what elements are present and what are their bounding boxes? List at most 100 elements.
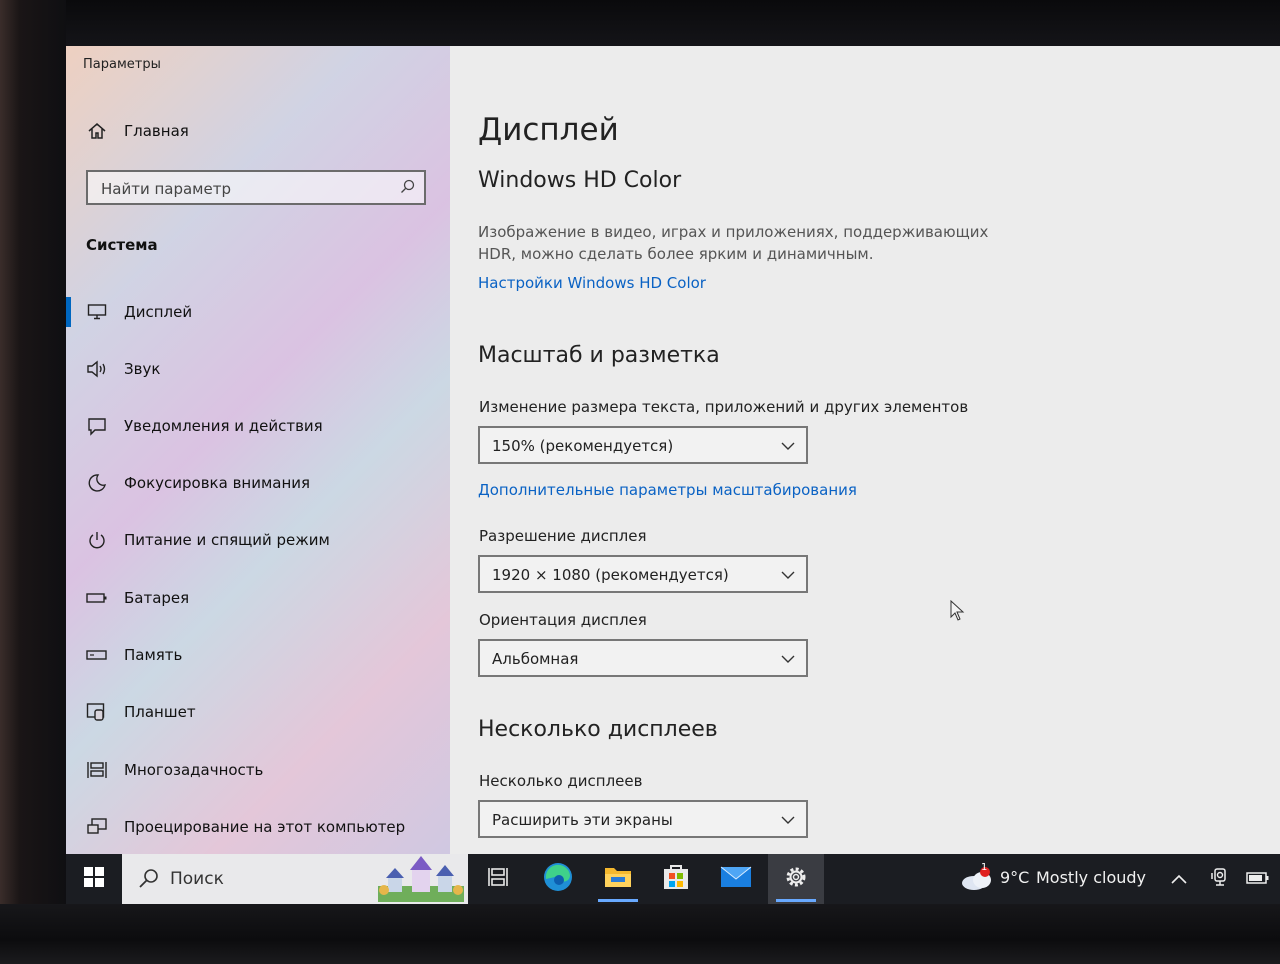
settings-app-button[interactable] [768,854,824,904]
edge-browser-button[interactable] [530,854,586,904]
hd-color-description-line1: Изображение в видео, играх и приложениях… [478,223,989,241]
sidebar-item-label: Звук [124,360,161,378]
power-icon [86,529,108,551]
screen: Параметры Главная Найти параметр Система… [66,46,1280,904]
search-icon [400,179,416,199]
section-heading: Система [86,236,158,254]
file-explorer-button[interactable] [590,854,646,904]
monitor-icon [86,301,108,323]
battery-icon [86,587,108,609]
sidebar-item-battery[interactable]: Батарея [86,587,189,609]
multi-display-dropdown[interactable]: Расширить эти экраны [478,800,808,838]
home-label: Главная [124,122,189,140]
sidebar-item-power[interactable]: Питание и спящий режим [86,529,330,551]
scale-dropdown[interactable]: 150% (рекомендуется) [478,426,808,464]
hd-color-description-line2: HDR, можно сделать более ярким и динамич… [478,245,874,263]
projecting-icon [86,816,108,838]
laptop-bezel-left [0,0,66,964]
scale-dropdown-value: 150% (рекомендуется) [492,437,674,455]
resolution-dropdown[interactable]: 1920 × 1080 (рекомендуется) [478,555,808,593]
selected-indicator [66,297,71,327]
resolution-dropdown-value: 1920 × 1080 (рекомендуется) [492,566,729,584]
scale-size-label: Изменение размера текста, приложений и д… [479,398,969,416]
search-highlight-castle-icon [378,856,464,904]
taskbar-search-placeholder: Поиск [170,869,224,889]
laptop-bezel-top [0,0,1280,46]
tablet-icon [86,701,108,723]
page-title: Дисплей [478,112,619,148]
task-view-button[interactable] [470,854,526,904]
chevron-down-icon [780,567,796,586]
settings-sidebar: Параметры Главная Найти параметр Система… [66,46,450,854]
sidebar-item-label: Проецирование на этот компьютер [124,818,406,836]
mouse-cursor-icon [950,599,966,626]
sidebar-item-projecting[interactable]: Проецирование на этот компьютер [86,816,405,838]
settings-search-input[interactable]: Найти параметр [86,170,426,205]
running-indicator [598,899,638,902]
sidebar-item-sound[interactable]: Звук [86,358,160,380]
home-nav-item[interactable]: Главная [86,120,189,142]
laptop-bezel-bottom [0,904,1280,964]
chevron-up-icon [1170,870,1188,889]
sidebar-item-label: Питание и спящий режим [124,531,330,549]
meet-now-button[interactable] [1210,854,1230,904]
hd-color-heading: Windows HD Color [478,168,682,193]
multitasking-icon [86,759,108,781]
chevron-down-icon [780,438,796,457]
chevron-down-icon [780,812,796,831]
storage-icon [86,644,108,666]
microsoft-store-button[interactable] [648,854,704,904]
search-icon [138,868,160,894]
sidebar-item-display[interactable]: Дисплей [86,301,192,323]
hd-color-settings-link[interactable]: Настройки Windows HD Color [478,274,706,292]
taskbar: Поиск 1 9°C Mostly cloudy [66,854,1280,904]
sidebar-item-focus[interactable]: Фокусировка внимания [86,472,310,494]
sidebar-item-label: Многозадачность [124,761,264,779]
sidebar-item-tablet[interactable]: Планшет [86,701,196,723]
weather-badge: 1 [981,862,988,873]
cloud-icon [960,866,994,896]
multi-display-label: Несколько дисплеев [479,772,643,790]
sidebar-item-label: Уведомления и действия [124,417,323,435]
webcam-icon [1210,867,1230,891]
multi-display-heading: Несколько дисплеев [478,717,718,742]
store-icon [662,863,690,895]
weather-temperature: 9°C [1000,868,1030,887]
taskbar-search-box[interactable]: Поиск [122,854,468,904]
sidebar-item-label: Планшет [124,703,196,721]
resolution-label: Разрешение дисплея [479,527,647,545]
settings-content: Дисплей Windows HD Color Изображение в в… [450,46,1280,854]
window-title: Параметры [83,57,161,72]
sidebar-item-multitasking[interactable]: Многозадачность [86,759,263,781]
task-view-icon [487,866,509,892]
battery-tray-button[interactable] [1246,854,1270,904]
orientation-label: Ориентация дисплея [479,611,647,629]
sidebar-item-notifications[interactable]: Уведомления и действия [86,415,323,437]
weather-description: Mostly cloudy [1036,868,1146,887]
sidebar-item-label: Дисплей [124,303,193,321]
speaker-icon [86,358,108,380]
chevron-down-icon [780,651,796,670]
battery-icon [1246,870,1270,889]
windows-logo-icon [84,867,104,891]
folder-icon [603,864,633,894]
start-button[interactable] [66,854,122,904]
sidebar-item-label: Фокусировка внимания [124,474,311,492]
show-hidden-icons-button[interactable] [1170,854,1188,904]
advanced-scaling-link[interactable]: Дополнительные параметры масштабирования [478,481,857,499]
edge-icon [542,861,574,897]
search-placeholder: Найти параметр [101,180,231,198]
mail-icon [720,865,752,893]
notification-icon [86,415,108,437]
moon-icon [86,472,108,494]
sidebar-item-label: Батарея [124,589,190,607]
scale-heading: Масштаб и разметка [478,343,720,368]
sidebar-item-storage[interactable]: Память [86,644,182,666]
multi-display-dropdown-value: Расширить эти экраны [492,811,673,829]
gear-icon [783,864,809,894]
orientation-dropdown-value: Альбомная [492,650,579,668]
home-icon [86,120,108,142]
mail-button[interactable] [708,854,764,904]
orientation-dropdown[interactable]: Альбомная [478,639,808,677]
hd-color-description: Изображение в видео, играх и приложениях… [478,221,998,265]
